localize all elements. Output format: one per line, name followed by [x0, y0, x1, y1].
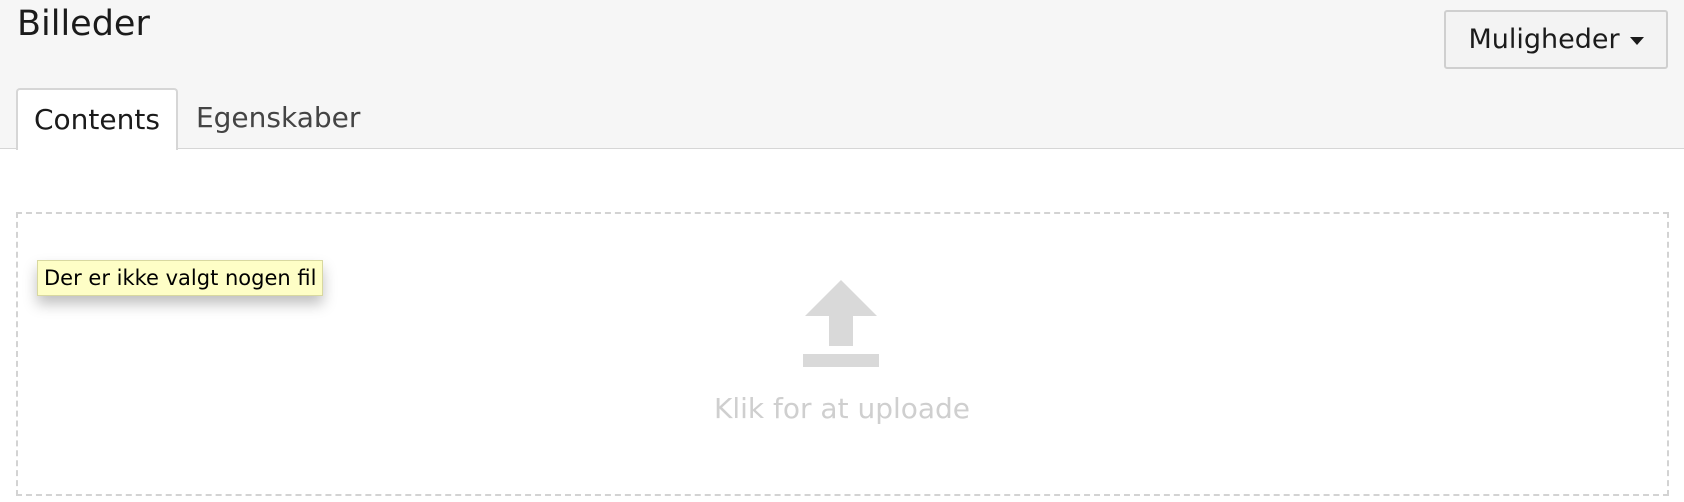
caret-down-icon	[1629, 36, 1644, 45]
page-title: Billeder	[17, 4, 150, 44]
options-dropdown-button[interactable]: Muligheder	[1444, 10, 1668, 69]
options-button-label: Muligheder	[1468, 24, 1620, 55]
page-header: Billeder Muligheder Contents Egenskaber	[0, 0, 1684, 150]
tab-contents[interactable]: Contents	[16, 88, 178, 150]
upload-label: Klik for at uploade	[713, 392, 971, 425]
upload-icon	[803, 280, 879, 367]
file-tooltip: Der er ikke valgt nogen fil	[37, 260, 324, 296]
tab-egenskaber[interactable]: Egenskaber	[178, 88, 378, 149]
tab-bar: Contents Egenskaber	[16, 88, 378, 150]
